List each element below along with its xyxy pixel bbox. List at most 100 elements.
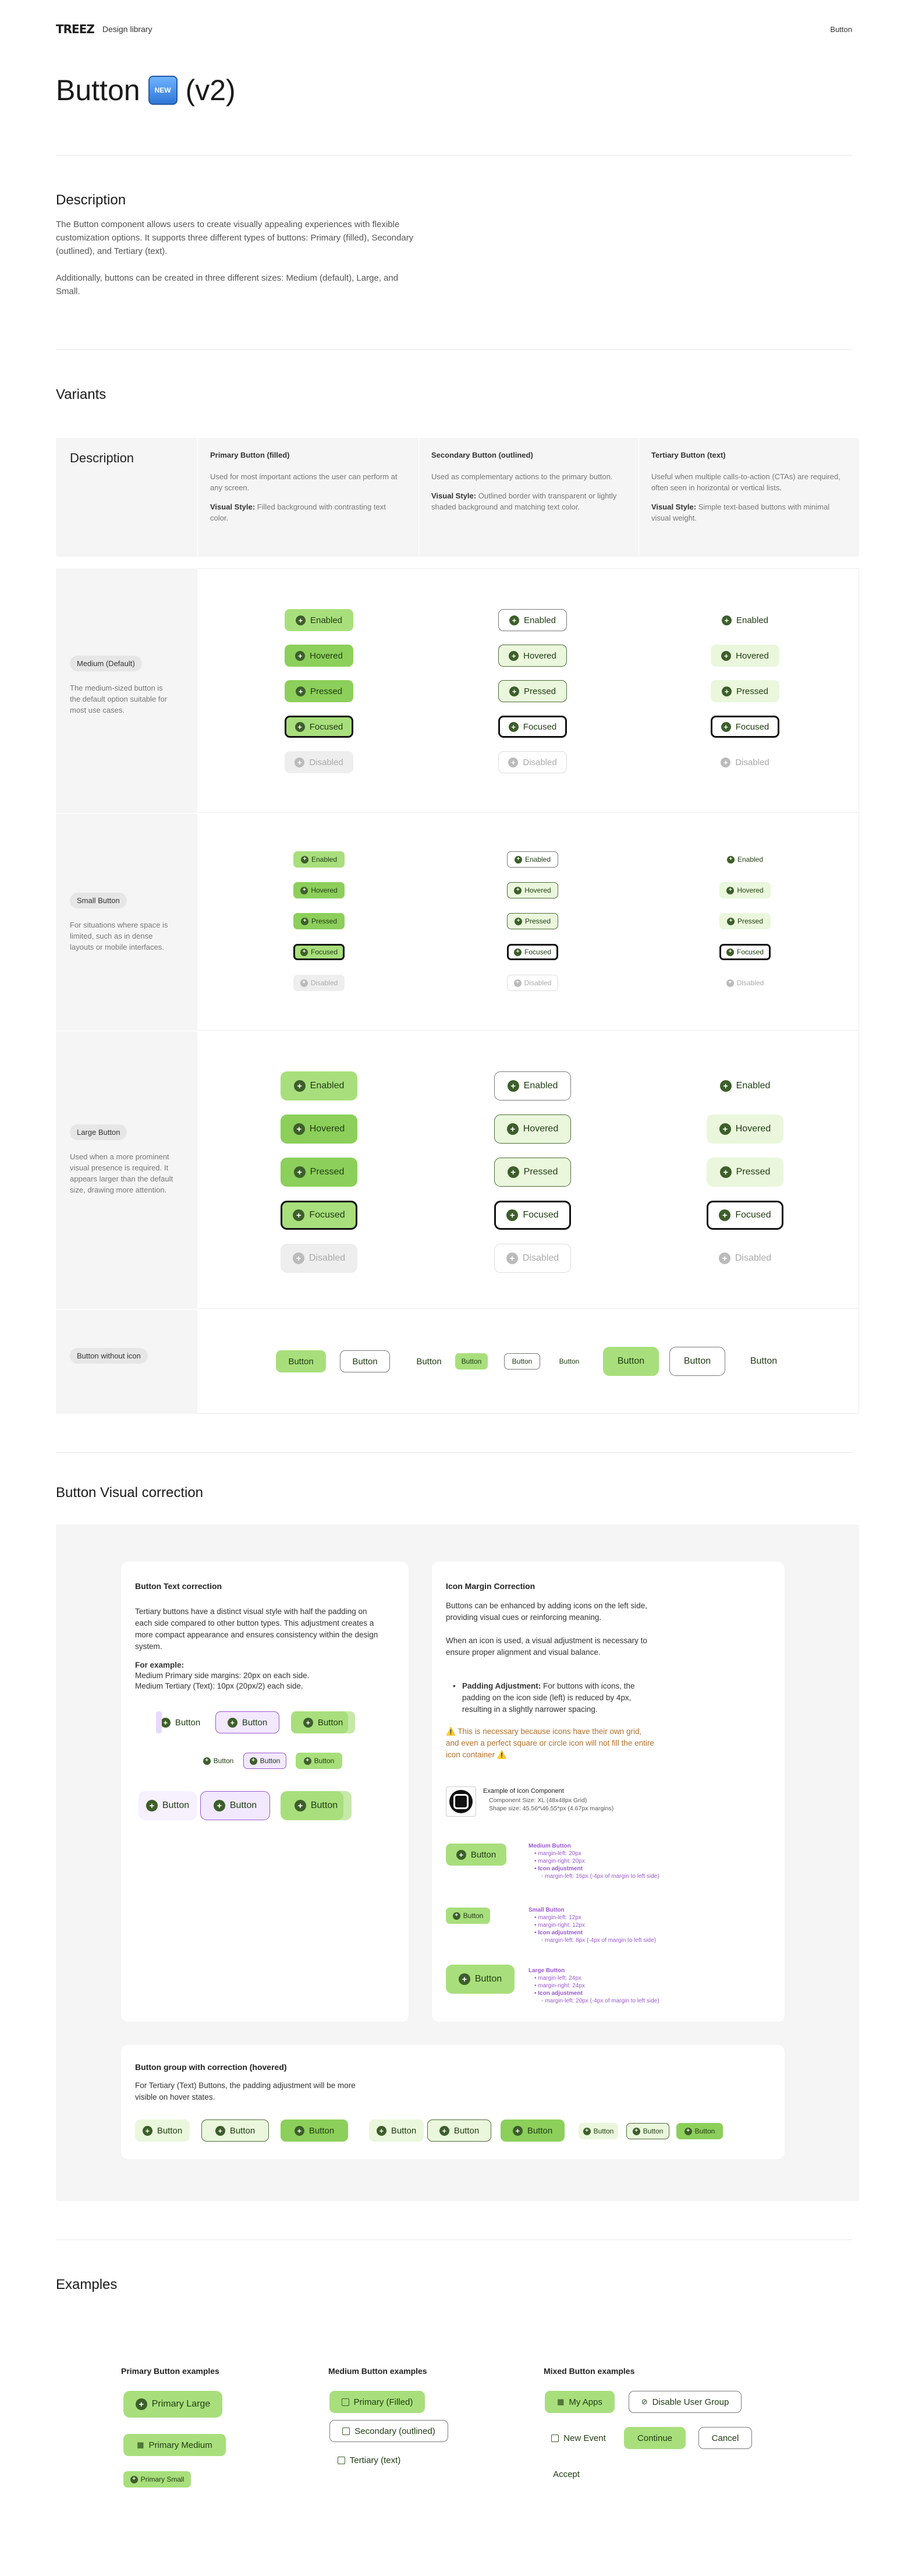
secondary-large-pr-button[interactable]: + Pressed bbox=[494, 1158, 571, 1187]
button-label: Enabled bbox=[523, 1081, 558, 1091]
tertiary-small-fo-button[interactable]: + Focused bbox=[719, 944, 771, 960]
no-icon-button[interactable]: Button bbox=[404, 1350, 454, 1372]
tertiary-medium-fo-button[interactable]: + Focused bbox=[711, 716, 779, 738]
secondary-small-pr-button[interactable]: + Pressed bbox=[507, 913, 558, 929]
secondary-small-fo-button[interactable]: + Focused bbox=[507, 944, 558, 960]
tertiary-small-example-button[interactable]: + Button bbox=[200, 1753, 236, 1769]
group-example-button[interactable]: + Button bbox=[281, 2119, 348, 2142]
group-example-button[interactable]: + Button bbox=[676, 2123, 723, 2139]
tertiary-large-example-button[interactable]: + Button bbox=[139, 1791, 197, 1820]
medium-icon-example-button[interactable]: + Button bbox=[446, 1843, 506, 1866]
secondary-large-en-button[interactable]: + Enabled bbox=[494, 1071, 571, 1101]
new-event-button[interactable]: New Event bbox=[545, 2427, 612, 2449]
primary-medium-en-button[interactable]: + Enabled bbox=[285, 609, 353, 631]
plus-icon: + bbox=[514, 855, 522, 864]
primary-large-en-button[interactable]: + Enabled bbox=[281, 1071, 357, 1101]
primary-large-hov-button[interactable]: + Hovered bbox=[281, 1114, 357, 1144]
no-icon-button[interactable]: Button bbox=[504, 1353, 540, 1370]
group-example-button[interactable]: + Button bbox=[579, 2123, 618, 2139]
plus-icon: + bbox=[452, 1912, 460, 1920]
primary-small-fo-button[interactable]: + Focused bbox=[293, 944, 345, 960]
secondary-large-fo-button[interactable]: + Focused bbox=[494, 1201, 571, 1230]
primary-large-dis-button[interactable]: + Disabled bbox=[281, 1244, 357, 1273]
tertiary-large-fo-button[interactable]: + Focused bbox=[707, 1201, 783, 1230]
primary-example-button[interactable]: + Button bbox=[291, 1711, 355, 1733]
cancel-button[interactable]: Cancel bbox=[698, 2427, 752, 2449]
primary-small-dis-button[interactable]: + Disabled bbox=[293, 975, 345, 991]
secondary-small-example-button[interactable]: + Button bbox=[243, 1753, 286, 1769]
tertiary-large-hov-button[interactable]: + Hovered bbox=[707, 1114, 783, 1144]
primary-large-fo-button[interactable]: + Focused bbox=[281, 1201, 357, 1230]
tertiary-small-dis-button[interactable]: + Disabled bbox=[722, 975, 768, 991]
primary-small-button[interactable]: + Primary Small bbox=[123, 2471, 191, 2487]
primary-small-example-button[interactable]: + Button bbox=[296, 1753, 342, 1769]
secondary-small-hov-button[interactable]: + Hovered bbox=[507, 882, 558, 898]
primary-filled-button[interactable]: Primary (Filled) bbox=[329, 2391, 425, 2413]
primary-large-button[interactable]: + Primary Large bbox=[123, 2391, 222, 2418]
primary-small-hov-button[interactable]: + Hovered bbox=[293, 882, 345, 898]
tertiary-large-dis-button[interactable]: + Disabled bbox=[713, 1244, 777, 1273]
large-icon-example-button[interactable]: + Button bbox=[446, 1965, 515, 1994]
tertiary-text-button[interactable]: Tertiary (text) bbox=[329, 2449, 409, 2471]
group-example-button[interactable]: + Button bbox=[501, 2119, 565, 2142]
disable-user-group-button[interactable]: ⊘ Disable User Group bbox=[629, 2391, 742, 2413]
tertiary-medium-en-button[interactable]: + Enabled bbox=[716, 609, 774, 631]
secondary-medium-hov-button[interactable]: + Hovered bbox=[498, 645, 567, 667]
no-icon-button[interactable]: Button bbox=[455, 1353, 488, 1370]
tertiary-medium-hov-button[interactable]: + Hovered bbox=[711, 645, 779, 667]
button-label: Disabled bbox=[310, 979, 338, 987]
tertiary-large-pr-button[interactable]: + Pressed bbox=[707, 1158, 783, 1187]
group-example-button[interactable]: + Button bbox=[201, 2119, 269, 2142]
small-icon-example-button[interactable]: + Button bbox=[446, 1908, 490, 1924]
primary-large-example-button[interactable]: + Button bbox=[281, 1791, 352, 1820]
accept-button[interactable]: Accept bbox=[545, 2463, 588, 2485]
no-icon-button[interactable]: Button bbox=[669, 1347, 725, 1376]
tertiary-small-en-button[interactable]: + Enabled bbox=[722, 851, 768, 868]
secondary-small-dis-button[interactable]: + Disabled bbox=[507, 975, 558, 991]
secondary-medium-pr-button[interactable]: + Pressed bbox=[498, 680, 567, 702]
button-label: Button bbox=[643, 2127, 664, 2135]
tertiary-medium-dis-button[interactable]: + Disabled bbox=[716, 751, 774, 773]
secondary-small-en-button[interactable]: + Enabled bbox=[507, 851, 558, 868]
no-icon-button[interactable]: Button bbox=[736, 1347, 792, 1376]
primary-large-pr-button[interactable]: + Pressed bbox=[281, 1158, 357, 1187]
secondary-example-button[interactable]: + Button bbox=[215, 1711, 279, 1733]
primary-small-pr-button[interactable]: + Pressed bbox=[293, 913, 345, 929]
primary-medium-pr-button[interactable]: + Pressed bbox=[285, 680, 353, 702]
primary-medium-fo-button[interactable]: + Focused bbox=[285, 716, 353, 738]
no-icon-button[interactable]: Button bbox=[603, 1347, 659, 1376]
no-icon-button[interactable]: Button bbox=[340, 1350, 390, 1372]
tertiary-small-pr-button[interactable]: + Pressed bbox=[719, 913, 771, 929]
tertiary-large-en-button[interactable]: + Enabled bbox=[713, 1071, 777, 1101]
secondary-large-example-button[interactable]: + Button bbox=[200, 1791, 270, 1820]
primary-medium-hov-button[interactable]: + Hovered bbox=[285, 645, 353, 667]
tertiary-example-button[interactable]: + Button bbox=[157, 1711, 204, 1733]
tertiary-small-hov-button[interactable]: + Hovered bbox=[719, 882, 771, 898]
my-apps-button[interactable]: ▦ My Apps bbox=[545, 2391, 615, 2413]
tertiary-medium-pr-button[interactable]: + Pressed bbox=[711, 680, 779, 702]
primary-medium-dis-button[interactable]: + Disabled bbox=[285, 751, 353, 773]
primary-medium-button[interactable]: ▦ Primary Medium bbox=[123, 2434, 226, 2456]
primary-small-en-button[interactable]: + Enabled bbox=[293, 851, 345, 868]
secondary-medium-fo-button[interactable]: + Focused bbox=[498, 716, 567, 738]
margin-spec: Small Button • margin-left: 12px • margin-… bbox=[529, 1907, 656, 1944]
card-text: Tertiary buttons have a distinct visual … bbox=[135, 1607, 378, 1651]
button-label: Pressed bbox=[736, 1167, 771, 1177]
group-example-button[interactable]: + Button bbox=[626, 2123, 669, 2139]
plus-icon: + bbox=[513, 948, 522, 956]
secondary-outlined-button[interactable]: Secondary (outlined) bbox=[329, 2420, 448, 2442]
treez-logo[interactable]: TREEZ bbox=[56, 22, 95, 36]
group-example-button[interactable]: + Button bbox=[369, 2119, 424, 2142]
no-icon-button[interactable]: Button bbox=[552, 1353, 587, 1370]
secondary-large-hov-button[interactable]: + Hovered bbox=[494, 1114, 571, 1144]
secondary-large-dis-button[interactable]: + Disabled bbox=[494, 1244, 571, 1273]
plus-icon: + bbox=[295, 650, 306, 661]
secondary-medium-dis-button[interactable]: + Disabled bbox=[498, 751, 567, 773]
continue-button[interactable]: Continue bbox=[624, 2427, 686, 2449]
no-icon-button[interactable]: Button bbox=[276, 1350, 326, 1372]
library-link[interactable]: Design library bbox=[102, 24, 152, 34]
secondary-medium-en-button[interactable]: + Enabled bbox=[498, 609, 567, 631]
button-label: Disabled bbox=[524, 979, 552, 987]
group-example-button[interactable]: + Button bbox=[135, 2119, 190, 2142]
group-example-button[interactable]: + Button bbox=[427, 2119, 491, 2142]
